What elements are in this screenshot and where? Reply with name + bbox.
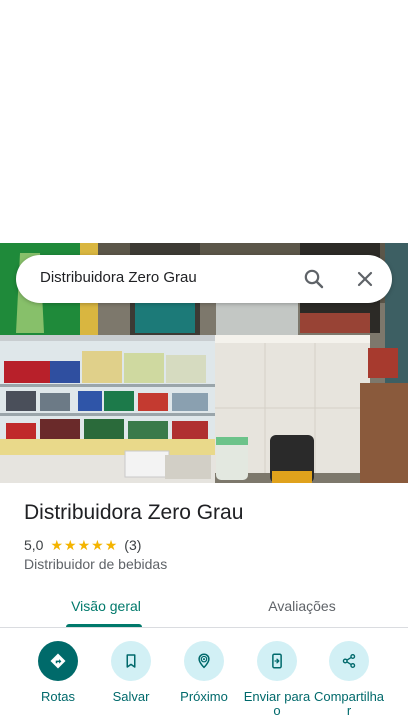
place-title: Distribuidora Zero Grau (24, 501, 244, 524)
tabs-divider (0, 627, 408, 628)
star-icon: ★ (50, 537, 64, 553)
close-icon[interactable] (353, 267, 377, 291)
star-icon: ★ (77, 537, 91, 553)
action-buttons: Rotas Salvar Próximo Enviar para o Compa… (0, 641, 408, 726)
rating-value: 5,0 (24, 537, 44, 553)
star-icon: ★ (64, 537, 77, 553)
directions-icon (38, 641, 78, 681)
rating-row[interactable]: 5,0 ★ ★ ★ ★ ★ (3) (24, 536, 141, 554)
tab-overview[interactable]: Visão geral (38, 584, 174, 628)
save-label: Salvar (112, 689, 150, 704)
bookmark-icon (111, 641, 151, 681)
review-count: (3) (124, 537, 142, 553)
star-icon: ★ (91, 537, 104, 553)
place-tabs: Visão geral Avaliações (0, 584, 408, 628)
share-label: Compartilhar (313, 689, 385, 718)
share-button[interactable]: Compartilhar (309, 641, 389, 718)
send-to-phone-button[interactable]: Enviar para o (237, 641, 317, 718)
tab-reviews[interactable]: Avaliações (232, 584, 372, 628)
directions-button[interactable]: Rotas (18, 641, 98, 704)
nearby-icon (184, 641, 224, 681)
save-button[interactable]: Salvar (91, 641, 171, 704)
star-rating: ★ ★ ★ ★ ★ (50, 538, 118, 552)
share-icon (329, 641, 369, 681)
directions-label: Rotas (41, 689, 75, 704)
search-bar[interactable]: Distribuidora Zero Grau (16, 255, 392, 303)
place-category: Distribuidor de bebidas (24, 556, 168, 572)
send-to-phone-label: Enviar para o (243, 689, 311, 718)
search-input[interactable]: Distribuidora Zero Grau (40, 269, 197, 286)
nearby-button[interactable]: Próximo (164, 641, 244, 704)
star-icon: ★ (104, 537, 118, 553)
send-to-phone-icon (257, 641, 297, 681)
search-icon[interactable] (302, 267, 326, 291)
nearby-label: Próximo (180, 689, 228, 704)
